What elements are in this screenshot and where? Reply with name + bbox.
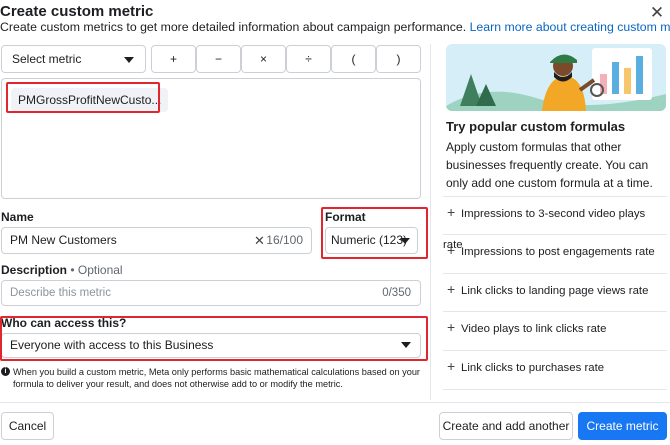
clear-icon[interactable]: ✕ xyxy=(254,228,265,253)
popular-formula-item[interactable]: + Link clicks to landing page views rate xyxy=(443,274,667,305)
divide-operator-button[interactable]: ÷ xyxy=(286,45,331,73)
plus-operator-button[interactable]: + xyxy=(151,45,196,73)
learn-more-link[interactable]: Learn more about creating custom metrics xyxy=(470,20,670,34)
person-with-chart-illustration xyxy=(446,44,666,111)
name-field[interactable]: PM New Customers ✕ 16/100 xyxy=(1,227,312,254)
multiply-operator-button[interactable]: × xyxy=(241,45,286,73)
open-paren-button[interactable]: ( xyxy=(331,45,376,73)
subtitle-text: Create custom metrics to get more detail… xyxy=(0,20,467,34)
select-metric-dropdown[interactable]: Select metric xyxy=(1,45,146,73)
plus-icon: + xyxy=(447,242,456,258)
close-icon[interactable]: ✕ xyxy=(648,4,666,22)
highlight-box-access xyxy=(0,316,428,361)
plus-icon: + xyxy=(447,204,456,220)
description-label: Description • Optional xyxy=(1,263,123,277)
dialog-title: Create custom metric xyxy=(0,3,154,20)
popular-formula-item[interactable]: + Impressions to post engagements rate xyxy=(443,235,667,266)
description-field[interactable]: Describe this metric 0/350 xyxy=(1,280,421,306)
popular-formula-item[interactable]: + Video plays to link clicks rate xyxy=(443,312,667,343)
panel-divider xyxy=(430,44,431,400)
popular-formulas-description: Apply custom formulas that other busines… xyxy=(446,140,653,190)
optional-tag: • Optional xyxy=(70,263,123,277)
description-label-text: Description xyxy=(1,263,68,277)
create-metric-button[interactable]: Create metric xyxy=(578,412,667,440)
create-and-add-another-button[interactable]: Create and add another xyxy=(439,412,573,440)
name-label: Name xyxy=(1,210,34,224)
plus-icon: + xyxy=(447,281,456,297)
info-note: i When you build a custom metric, Meta o… xyxy=(1,366,421,390)
description-char-count: 0/350 xyxy=(382,287,411,299)
name-char-count: 16/100 xyxy=(266,233,303,247)
plus-icon: + xyxy=(447,319,456,335)
popular-formula-item[interactable]: + Link clicks to purchases rate xyxy=(443,351,667,382)
info-icon: i xyxy=(1,367,10,376)
formula-item-label: Link clicks to landing page views rate xyxy=(461,285,649,297)
popular-formula-item[interactable]: + Impressions to 3-second video plays rat… xyxy=(443,197,667,251)
popular-formulas-title: Try popular custom formulas xyxy=(446,119,626,134)
dialog-subtitle: Create custom metrics to get more detail… xyxy=(0,20,670,34)
highlight-box-format xyxy=(321,207,428,259)
cancel-button[interactable]: Cancel xyxy=(1,412,54,440)
formula-item-label: Impressions to post engagements rate xyxy=(461,246,655,258)
select-metric-label: Select metric xyxy=(12,52,82,66)
formula-item-label: Link clicks to purchases rate xyxy=(461,362,605,374)
footer-divider xyxy=(0,402,670,403)
close-paren-button[interactable]: ) xyxy=(376,45,421,73)
info-note-text: When you build a custom metric, Meta onl… xyxy=(13,367,420,389)
description-placeholder: Describe this metric xyxy=(10,287,111,299)
name-value: PM New Customers xyxy=(10,233,117,247)
formula-item-label: Video plays to link clicks rate xyxy=(461,323,607,335)
illustration-image xyxy=(446,44,666,111)
divider xyxy=(443,389,667,390)
caret-down-icon xyxy=(124,57,134,63)
plus-icon: + xyxy=(447,358,456,374)
highlight-box-formula xyxy=(6,82,160,113)
minus-operator-button[interactable]: − xyxy=(196,45,241,73)
